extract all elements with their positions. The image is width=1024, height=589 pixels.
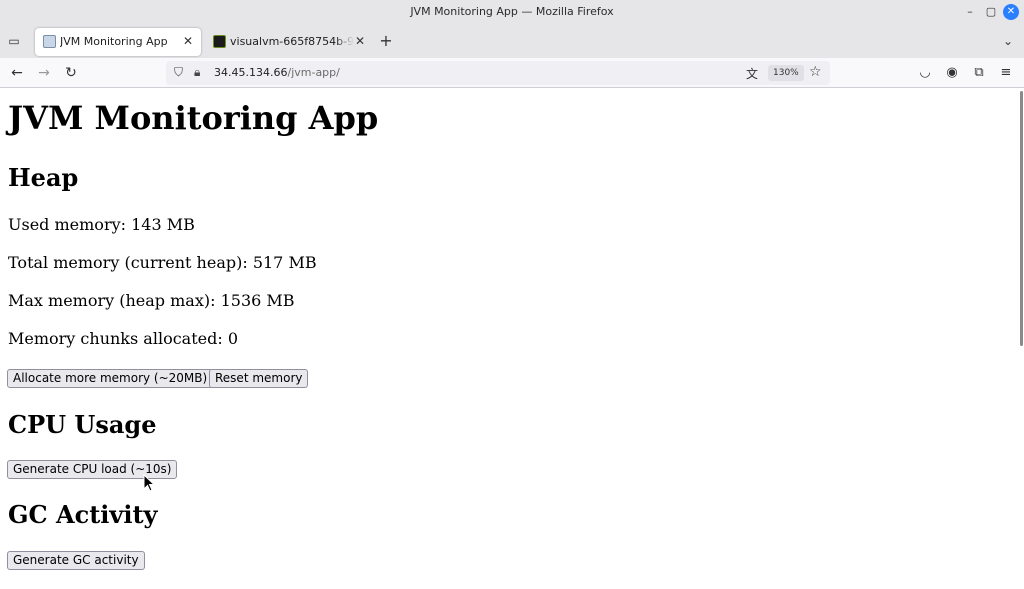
tab-close-icon[interactable]: ✕ xyxy=(183,34,193,48)
reset-memory-button[interactable]: Reset memory xyxy=(209,369,309,388)
lock-icon[interactable]: 🔒︎ xyxy=(194,65,200,80)
max-memory-text: Max memory (heap max): 1536 MB xyxy=(8,291,295,310)
used-memory-text: Used memory: 143 MB xyxy=(8,215,195,234)
tab-label: visualvm-665f8754b-9b7dn xyxy=(230,35,354,48)
url-text[interactable]: 34.45.134.66/jvm-app/ xyxy=(214,66,340,79)
new-tab-icon[interactable]: + xyxy=(377,32,395,50)
url-path: /jvm-app/ xyxy=(287,66,340,79)
window-title: JVM Monitoring App — Mozilla Firefox xyxy=(410,5,614,18)
vnc-favicon-icon xyxy=(213,35,226,48)
heap-heading: Heap xyxy=(8,163,79,192)
page-content: JVM Monitoring App Heap Used memory: 143… xyxy=(0,89,1018,589)
shield-icon[interactable]: ⛉ xyxy=(174,65,183,80)
chevron-down-icon[interactable]: ⌄ xyxy=(1000,33,1016,49)
zoom-level-badge[interactable]: 130% xyxy=(768,65,804,81)
page-favicon-icon xyxy=(43,35,56,48)
tab-visualvm[interactable]: visualvm-665f8754b-9b7dn ✕ xyxy=(205,28,373,56)
tab-label: JVM Monitoring App xyxy=(60,35,168,48)
mouse-cursor-icon xyxy=(143,474,156,492)
page-title: JVM Monitoring App xyxy=(8,99,379,137)
translate-icon[interactable]: 文 xyxy=(746,65,758,82)
close-icon[interactable]: ✕ xyxy=(1003,4,1019,20)
account-icon[interactable]: ◉ xyxy=(943,64,961,82)
extensions-icon[interactable]: ⧉ xyxy=(970,64,988,82)
total-memory-text: Total memory (current heap): 517 MB xyxy=(8,253,317,272)
scrollbar-thumb[interactable] xyxy=(1020,91,1023,346)
reload-icon[interactable]: ↻ xyxy=(62,64,80,82)
tab-jvm-monitoring-app[interactable]: JVM Monitoring App ✕ xyxy=(35,28,201,56)
menu-icon[interactable]: ≡ xyxy=(997,64,1015,82)
cpu-usage-heading: CPU Usage xyxy=(8,410,157,439)
generate-gc-activity-button[interactable]: Generate GC activity xyxy=(7,551,145,570)
back-arrow-icon[interactable]: ← xyxy=(8,64,26,82)
maximize-icon[interactable]: ▢ xyxy=(983,4,999,20)
tab-list-icon[interactable]: ▭ xyxy=(6,33,22,49)
allocate-memory-button[interactable]: Allocate more memory (~20MB) xyxy=(7,369,214,388)
window-titlebar: JVM Monitoring App — Mozilla Firefox – ▢… xyxy=(0,0,1024,24)
pocket-icon[interactable]: ◡ xyxy=(916,64,934,82)
tab-strip: ▭ JVM Monitoring App ✕ visualvm-665f8754… xyxy=(0,24,1024,58)
forward-arrow-icon[interactable]: → xyxy=(35,64,53,82)
url-host: 34.45.134.66 xyxy=(214,66,288,79)
minimize-icon[interactable]: – xyxy=(962,4,978,20)
url-bar[interactable]: ⛉ 🔒︎ 34.45.134.66/jvm-app/ 文 130% ☆ xyxy=(166,61,830,85)
bookmark-star-icon[interactable]: ☆ xyxy=(809,64,822,80)
navigation-bar: ← → ↻ ⛉ 🔒︎ 34.45.134.66/jvm-app/ 文 130% … xyxy=(0,58,1024,88)
page-scrollbar[interactable] xyxy=(1018,89,1024,589)
memory-chunks-text: Memory chunks allocated: 0 xyxy=(8,329,238,348)
tab-close-icon[interactable]: ✕ xyxy=(355,34,365,48)
gc-activity-heading: GC Activity xyxy=(8,500,158,529)
